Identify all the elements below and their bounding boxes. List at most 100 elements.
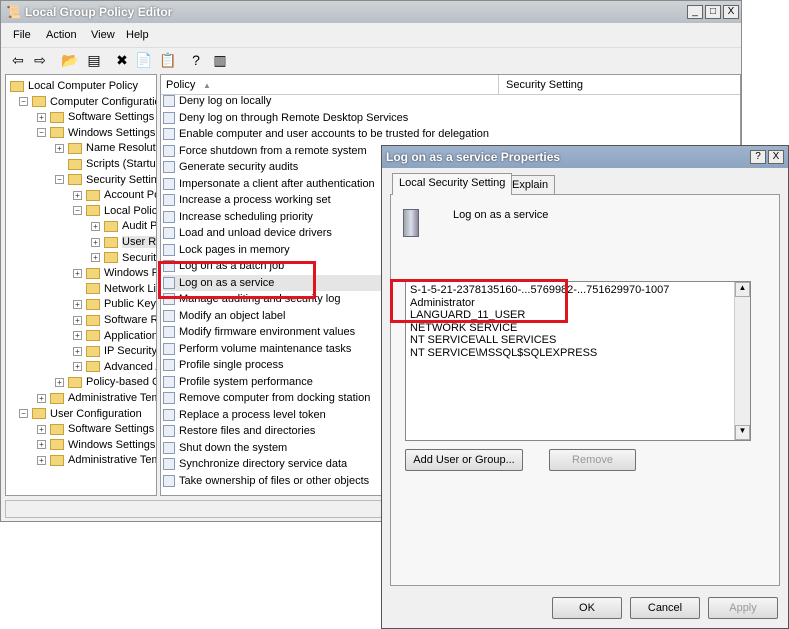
cancel-button[interactable]: Cancel xyxy=(630,597,700,619)
policy-row[interactable]: Increase scheduling priority xyxy=(163,209,313,225)
policy-row[interactable]: Modify an object label xyxy=(163,308,285,324)
tab-local-security-setting[interactable]: Local Security Setting xyxy=(392,173,513,195)
policy-row[interactable]: Synchronize directory service data xyxy=(163,456,347,472)
scroll-down-icon[interactable]: ▼ xyxy=(735,425,750,440)
tree-node[interactable]: + Software Restriction Policies xyxy=(73,312,156,328)
delete-icon[interactable]: ✖ xyxy=(113,51,131,69)
help-icon[interactable]: ? xyxy=(187,51,205,69)
expand-icon[interactable]: + xyxy=(37,112,46,122)
tree-node[interactable]: + User Rights Assignment xyxy=(91,234,156,250)
tree-node[interactable]: Scripts (Startup/Shutdown) xyxy=(55,156,156,172)
policy-row[interactable]: Impersonate a client after authenticatio… xyxy=(163,176,375,192)
expand-icon[interactable]: + xyxy=(37,424,46,434)
tree-node[interactable]: − Windows Settings xyxy=(37,125,155,141)
policy-row[interactable]: Restore files and directories xyxy=(163,423,315,439)
account-item[interactable]: NETWORK SERVICE xyxy=(410,322,517,335)
expand-icon[interactable]: + xyxy=(73,315,82,325)
tree-node[interactable]: + Public Key Policies xyxy=(73,296,156,312)
menu-file[interactable]: File xyxy=(13,29,31,41)
policy-row[interactable]: Increase a process working set xyxy=(163,192,331,208)
policy-row[interactable]: Take ownership of files or other objects xyxy=(163,473,369,489)
expand-icon[interactable]: + xyxy=(73,190,82,200)
policy-row[interactable]: Generate security audits xyxy=(163,159,298,175)
tree-node[interactable]: Local Computer Policy xyxy=(10,78,138,94)
tab-explain[interactable]: Explain xyxy=(505,175,556,195)
show-hide-tree-icon[interactable]: ▤ xyxy=(85,51,103,69)
back-icon[interactable]: ⇦ xyxy=(9,51,27,69)
action-pane-icon[interactable]: ▥ xyxy=(211,51,229,69)
export-icon[interactable]: 📋 xyxy=(159,51,177,69)
expand-icon[interactable]: + xyxy=(37,440,46,450)
remove-button[interactable]: Remove xyxy=(549,449,636,471)
tree-pane[interactable]: Local Computer Policy − Computer Configura… xyxy=(5,74,157,496)
menu-action[interactable]: Action xyxy=(46,29,77,41)
expand-icon[interactable]: + xyxy=(73,331,82,341)
expand-icon[interactable]: + xyxy=(73,362,82,372)
policy-row[interactable]: Modify firmware environment values xyxy=(163,324,355,340)
tree-node[interactable]: + Policy-based QoS xyxy=(55,374,156,390)
tree-node[interactable]: − Computer Configuration xyxy=(19,94,156,110)
tree-node[interactable]: + Administrative Templates xyxy=(37,452,156,468)
ok-button[interactable]: OK xyxy=(552,597,622,619)
minimize-button[interactable]: _ xyxy=(687,5,703,19)
menu-view[interactable]: View xyxy=(91,29,115,41)
tree-node[interactable]: + Administrative Templates xyxy=(37,390,156,406)
policy-row[interactable]: Perform volume maintenance tasks xyxy=(163,341,351,357)
policy-row[interactable]: Profile single process xyxy=(163,357,284,373)
policy-row[interactable]: Load and unload device drivers xyxy=(163,225,332,241)
tree-node[interactable]: + Software Settings xyxy=(37,421,154,437)
expand-icon[interactable]: + xyxy=(73,346,82,356)
scrollbar[interactable]: ▲ ▼ xyxy=(734,282,750,440)
tree-node[interactable]: + Application Control Policies xyxy=(73,328,156,344)
collapse-icon[interactable]: − xyxy=(19,97,28,107)
tree-node[interactable]: − Security Settings xyxy=(55,172,156,188)
policy-row[interactable]: Enable computer and user accounts to be … xyxy=(163,126,489,142)
forward-icon[interactable]: ⇨ xyxy=(31,51,49,69)
collapse-icon[interactable]: − xyxy=(55,175,64,185)
tree-node[interactable]: + IP Security Policies on Local Computer xyxy=(73,343,156,359)
policy-row[interactable]: Remove computer from docking station xyxy=(163,390,370,406)
tree-node[interactable]: + Account Policies xyxy=(73,187,156,203)
tree-node[interactable]: − Local Policies xyxy=(73,203,156,219)
maximize-button[interactable]: □ xyxy=(705,5,721,19)
tree-node[interactable]: Network List Manager Policies xyxy=(73,281,156,297)
expand-icon[interactable]: + xyxy=(91,253,100,263)
policy-row[interactable]: Force shutdown from a remote system xyxy=(163,143,367,159)
account-item[interactable]: NT SERVICE\ALL SERVICES xyxy=(410,334,556,347)
add-user-or-group-button[interactable]: Add User or Group... xyxy=(405,449,523,471)
expand-icon[interactable]: + xyxy=(37,393,46,403)
up-folder-icon[interactable]: 📂 xyxy=(61,51,79,69)
policy-row[interactable]: Shut down the system xyxy=(163,440,287,456)
dialog-help-button[interactable]: ? xyxy=(750,150,766,164)
policy-row[interactable]: Deny log on locally xyxy=(163,93,271,109)
tree-node[interactable]: − User Configuration xyxy=(19,406,142,422)
close-button[interactable]: X xyxy=(723,5,739,19)
expand-icon[interactable]: + xyxy=(73,268,82,278)
expand-icon[interactable]: + xyxy=(37,455,46,465)
tree-node[interactable]: + Windows Firewall with Advanced Security xyxy=(73,265,156,281)
expand-icon[interactable]: + xyxy=(73,299,82,309)
policy-row[interactable]: Deny log on through Remote Desktop Servi… xyxy=(163,110,408,126)
expand-icon[interactable]: + xyxy=(91,221,100,231)
column-policy[interactable]: Policy xyxy=(166,79,195,91)
policy-row[interactable]: Lock pages in memory xyxy=(163,242,290,258)
expand-icon[interactable]: + xyxy=(55,377,64,387)
expand-icon[interactable]: + xyxy=(55,143,64,153)
scroll-up-icon[interactable]: ▲ xyxy=(735,282,750,297)
tree-node[interactable]: + Security Options xyxy=(91,250,156,266)
tree-node[interactable]: + Audit Policy xyxy=(91,218,156,234)
collapse-icon[interactable]: − xyxy=(37,128,46,138)
account-item[interactable]: NT SERVICE\MSSQL$SQLEXPRESS xyxy=(410,347,597,360)
expand-icon[interactable]: + xyxy=(91,237,100,247)
properties-icon[interactable]: 📄 xyxy=(135,51,153,69)
dialog-close-button[interactable]: X xyxy=(768,150,784,164)
column-security-setting[interactable]: Security Setting xyxy=(506,79,583,91)
apply-button[interactable]: Apply xyxy=(708,597,778,619)
policy-row[interactable]: Profile system performance xyxy=(163,374,313,390)
tree-node[interactable]: + Name Resolution Policy xyxy=(55,140,156,156)
tree-node[interactable]: + Windows Settings xyxy=(37,437,155,453)
collapse-icon[interactable]: − xyxy=(19,409,28,419)
menu-help[interactable]: Help xyxy=(126,29,149,41)
tree-node[interactable]: + Software Settings xyxy=(37,109,154,125)
collapse-icon[interactable]: − xyxy=(73,206,82,216)
